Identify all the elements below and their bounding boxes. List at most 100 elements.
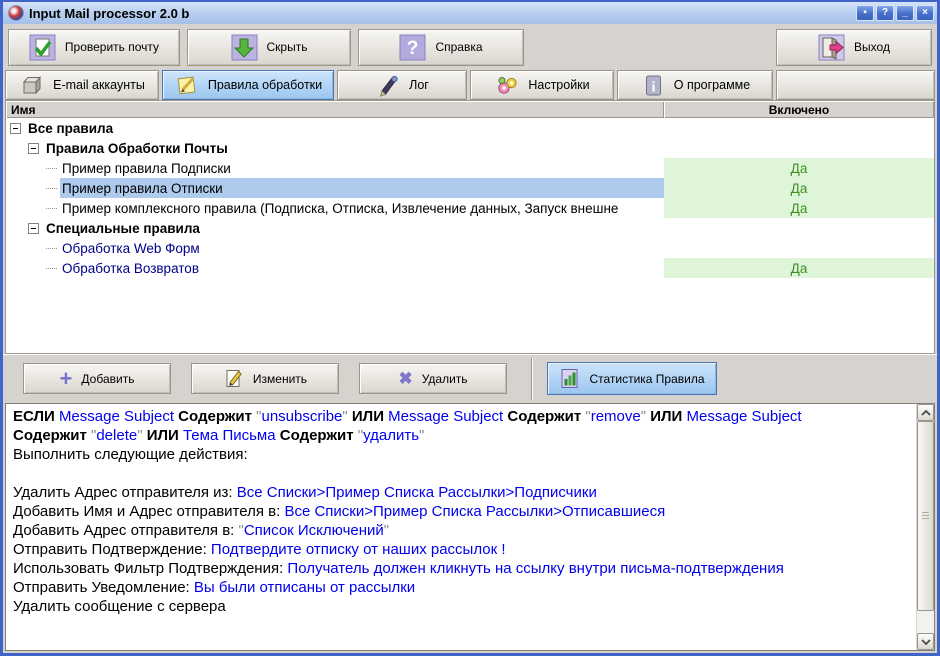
- tree-row[interactable]: Пример правила Подписки Да: [6, 158, 934, 178]
- tab-email-accounts[interactable]: E-mail аккаунты: [5, 70, 159, 100]
- tree-connector: [46, 188, 57, 189]
- exit-door-icon: [818, 34, 845, 61]
- tree-row[interactable]: Обработка Web Форм: [6, 238, 934, 258]
- minimize-button[interactable]: _: [896, 5, 914, 21]
- enabled-cell: [664, 138, 934, 158]
- tree-row[interactable]: Обработка Возвратов Да: [6, 258, 934, 278]
- enabled-cell: [664, 118, 934, 138]
- scrollbar-thumb[interactable]: [917, 421, 934, 611]
- description-line: Содержит "delete" ИЛИ Тема Письма Содерж…: [13, 426, 909, 445]
- titlebar: Input Mail processor 2.0 b ▪ ? _ ×: [3, 2, 937, 24]
- tab-settings-label: Настройки: [528, 78, 589, 92]
- tray-button[interactable]: ▪: [856, 5, 874, 21]
- scrollbar-track[interactable]: [917, 611, 934, 633]
- hide-arrow-icon: [231, 34, 258, 61]
- mail-accounts-icon: [19, 72, 46, 99]
- rule-description-panel: ЕСЛИ Message Subject Содержит "unsubscri…: [5, 403, 935, 651]
- rules-list: Имя Включено Все правила Правила Обработк…: [5, 100, 935, 354]
- help-button[interactable]: ? Справка: [358, 29, 524, 66]
- description-line: Удалить сообщение с сервера: [13, 597, 909, 616]
- help-label: Справка: [435, 40, 482, 54]
- scroll-up-button[interactable]: [917, 404, 934, 421]
- tree-row-label: Правила Обработки Почты: [44, 141, 230, 156]
- description-line: Отправить Подтверждение: Подтвердите отп…: [13, 540, 909, 559]
- tree-row-label: Пример правила Отписки: [60, 181, 225, 196]
- hide-button[interactable]: Скрыть: [187, 29, 351, 66]
- svg-text:?: ?: [407, 38, 419, 59]
- rule-statistics-button[interactable]: Статистика Правила: [547, 362, 717, 395]
- tree-row-label: Специальные правила: [44, 221, 202, 236]
- svg-text:i: i: [651, 79, 655, 95]
- toolbar: Проверить почту Скрыть ? Справка: [3, 24, 937, 70]
- rule-statistics-label: Статистика Правила: [589, 372, 704, 386]
- tab-filler: [776, 70, 935, 100]
- delete-rule-label: Удалить: [422, 372, 468, 386]
- tree-row[interactable]: Специальные правила: [6, 218, 934, 238]
- tree-connector: [46, 168, 57, 169]
- tree-collapse-icon[interactable]: [10, 123, 21, 134]
- description-line: Выполнить следующие действия:: [13, 445, 909, 464]
- rules-list-header: Имя Включено: [6, 101, 934, 118]
- scroll-down-button[interactable]: [917, 633, 934, 650]
- tree-collapse-icon[interactable]: [28, 143, 39, 154]
- description-line: ЕСЛИ Message Subject Содержит "unsubscri…: [13, 407, 909, 426]
- enabled-cell: Да: [664, 158, 934, 178]
- statistics-chart-icon: [559, 368, 580, 389]
- tree-row[interactable]: Правила Обработки Почты: [6, 138, 934, 158]
- titlebar-help-button[interactable]: ?: [876, 5, 894, 21]
- add-rule-button[interactable]: + Добавить: [23, 363, 171, 394]
- tree-collapse-icon[interactable]: [28, 223, 39, 234]
- enabled-cell: Да: [664, 258, 934, 278]
- tab-bar: E-mail аккаунты Правила обработки Лог: [3, 70, 937, 100]
- window-title: Input Mail processor 2.0 b: [26, 6, 854, 21]
- gears-icon: [494, 72, 521, 99]
- tab-settings[interactable]: Настройки: [470, 70, 614, 100]
- description-line: Удалить Адрес отправителя из: Все Списки…: [13, 483, 909, 502]
- hide-label: Скрыть: [267, 40, 308, 54]
- close-button[interactable]: ×: [916, 5, 934, 21]
- tree-row-label: Обработка Возвратов: [60, 261, 201, 276]
- delete-rule-button[interactable]: ✖ Удалить: [359, 363, 507, 394]
- info-icon: i: [640, 72, 667, 99]
- tree-row-label: Пример комплексного правила (Подписка, О…: [60, 201, 620, 216]
- description-line: [13, 464, 909, 483]
- enabled-cell: Да: [664, 178, 934, 198]
- app-window: Input Mail processor 2.0 b ▪ ? _ × Прове…: [0, 0, 940, 656]
- tab-email-accounts-label: E-mail аккаунты: [53, 78, 145, 92]
- x-icon: ✖: [398, 370, 412, 387]
- edit-rule-button[interactable]: Изменить: [191, 363, 339, 394]
- check-mail-label: Проверить почту: [65, 40, 159, 54]
- app-logo-icon: [8, 5, 24, 21]
- tab-about-label: О программе: [674, 78, 750, 92]
- tree-row[interactable]: Все правила: [6, 118, 934, 138]
- tree-row-label: Все правила: [26, 121, 115, 136]
- exit-button[interactable]: Выход: [776, 29, 932, 66]
- description-line: Добавить Имя и Адрес отправителя в: Все …: [13, 502, 909, 521]
- tab-log[interactable]: Лог: [337, 70, 467, 100]
- description-scrollbar[interactable]: [916, 404, 934, 650]
- action-bar: + Добавить Изменить ✖ Удалить: [3, 354, 937, 402]
- description-line: Использовать Фильтр Подтверждения: Получ…: [13, 559, 909, 578]
- enabled-cell: [664, 238, 934, 258]
- check-mail-button[interactable]: Проверить почту: [8, 29, 180, 66]
- tab-processing-rules[interactable]: Правила обработки: [162, 70, 334, 100]
- tab-log-label: Лог: [409, 78, 429, 92]
- description-line: Добавить Адрес отправителя в: "Список Ис…: [13, 521, 909, 540]
- plus-icon: +: [60, 368, 73, 390]
- enabled-cell: [664, 218, 934, 238]
- tree-connector: [46, 248, 57, 249]
- edit-note-icon: [223, 368, 244, 389]
- action-bar-divider: [531, 358, 533, 400]
- question-icon: ?: [399, 34, 426, 61]
- rules-tree: Все правила Правила Обработки Почты Пример…: [6, 118, 934, 353]
- tree-connector: [46, 208, 57, 209]
- column-header-enabled[interactable]: Включено: [664, 101, 934, 118]
- tab-about[interactable]: i О программе: [617, 70, 773, 100]
- tree-row-label: Пример правила Подписки: [60, 161, 233, 176]
- rule-description-text: ЕСЛИ Message Subject Содержит "unsubscri…: [6, 404, 916, 650]
- tree-row-label: Обработка Web Форм: [60, 241, 202, 256]
- tree-row[interactable]: Пример правила Отписки Да: [6, 178, 934, 198]
- column-header-name[interactable]: Имя: [6, 101, 664, 118]
- tree-row[interactable]: Пример комплексного правила (Подписка, О…: [6, 198, 934, 218]
- check-mail-icon: [29, 34, 56, 61]
